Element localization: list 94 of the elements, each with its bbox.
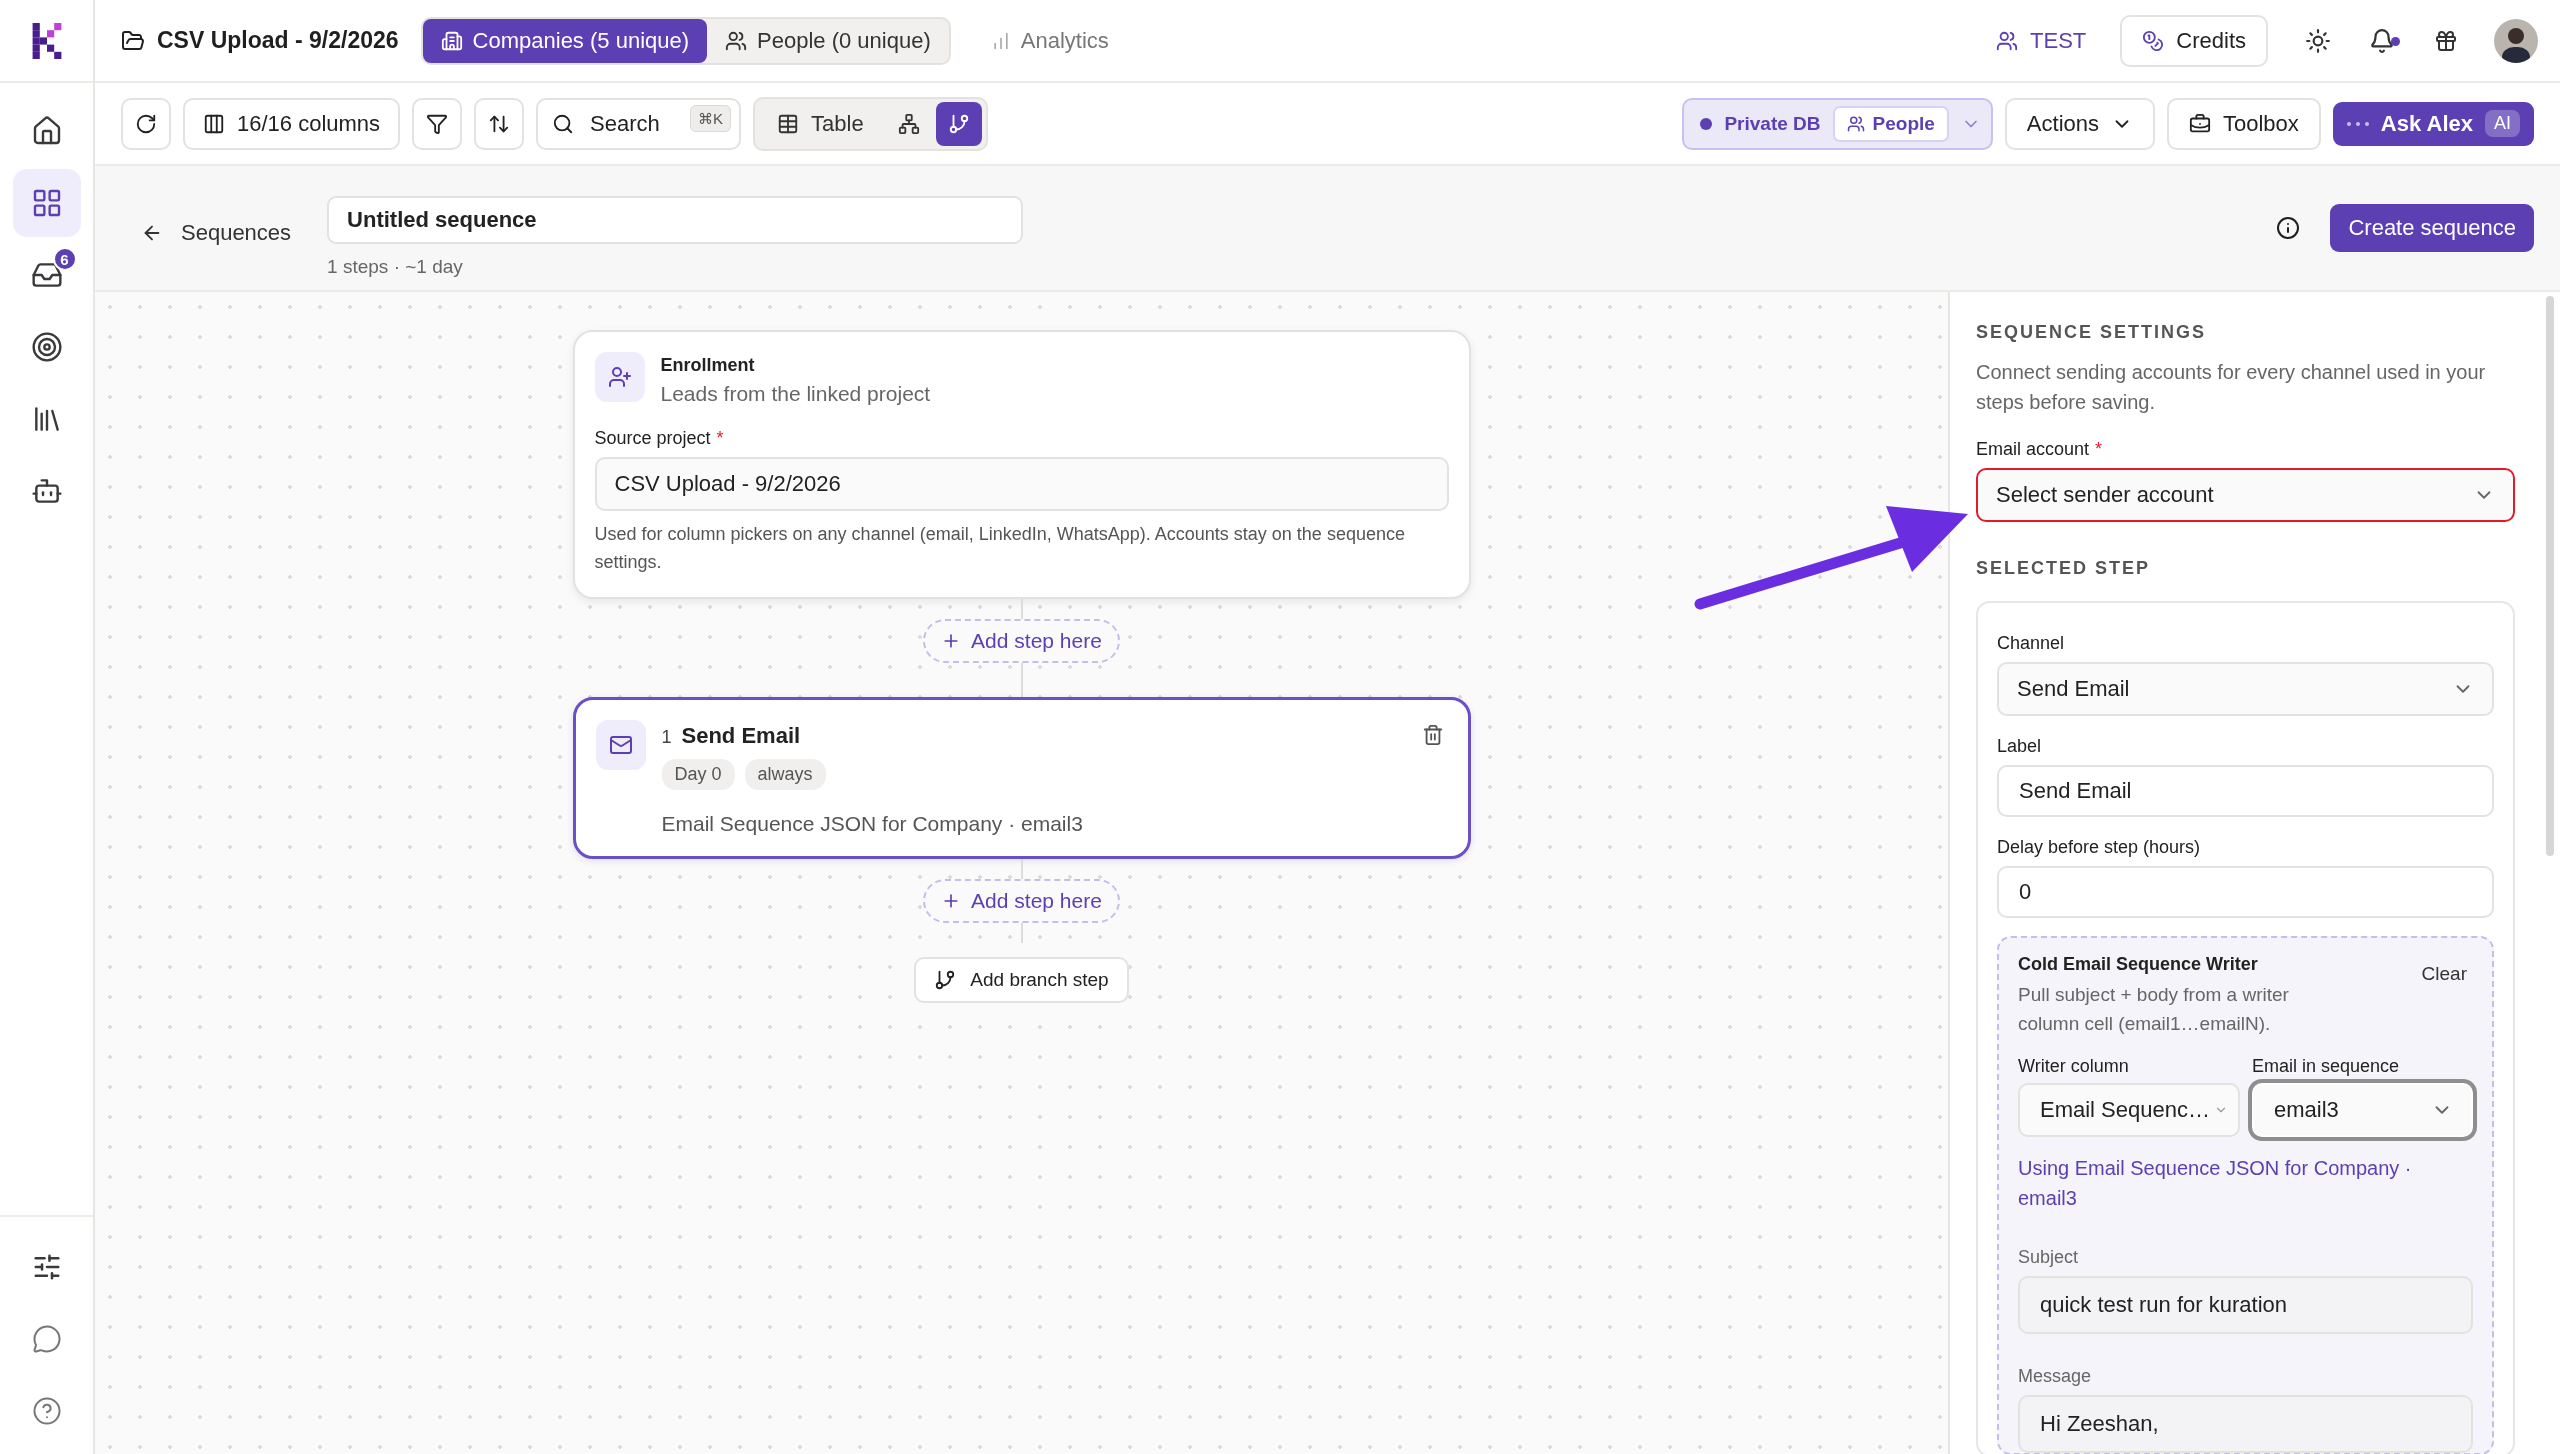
database-label: Private DB <box>1724 112 1821 135</box>
email-account-select[interactable]: Select sender account <box>1976 468 2515 522</box>
step-title: Send Email <box>681 722 801 748</box>
branch-icon <box>934 968 957 991</box>
required-mark: * <box>2095 439 2103 460</box>
section-heading: SELECTED STEP <box>1976 558 2152 579</box>
step-number: 1 <box>661 726 672 747</box>
clear-button[interactable]: Clear <box>2415 962 2473 986</box>
field-label: Source project <box>594 428 711 449</box>
required-mark: * <box>716 428 724 449</box>
delay-field[interactable]: 0 <box>1997 866 2494 918</box>
back-link[interactable]: Sequences <box>135 219 298 247</box>
database-selector[interactable]: Private DB People <box>1682 97 1993 150</box>
field-label: Delay before step (hours) <box>1997 837 2202 858</box>
field-label: Subject <box>2018 1247 2080 1268</box>
scrollbar[interactable] <box>2546 296 2554 856</box>
gift-icon <box>2434 28 2458 53</box>
view-tab[interactable]: Companies (5 unique) <box>422 18 708 63</box>
sort-button[interactable] <box>474 97 525 150</box>
help-text: Used for column pickers on any channel (email, LinkedIn, WhatsApp). Accounts stay on the sequence settings. <box>594 523 1406 574</box>
create-sequence-button[interactable]: Create sequence <box>2330 204 2534 252</box>
toolbox-button[interactable]: Toolbox <box>2167 97 2321 150</box>
writer-note: Using Email Sequence JSON for Company · email3 <box>2018 1156 2413 1211</box>
branch-view-button[interactable] <box>935 101 982 146</box>
info-icon[interactable] <box>2276 216 2301 240</box>
field-label: Email account <box>1976 439 2090 460</box>
analytics-tab[interactable]: Analytics <box>984 26 1115 55</box>
subject-field[interactable]: quick test run for kuration <box>2018 1276 2473 1334</box>
section-heading: SEQUENCE SETTINGS <box>1976 322 2208 343</box>
columns-button[interactable]: 16/16 columns <box>183 97 401 150</box>
sequence-meta: 1 steps · ~1 day <box>327 256 464 278</box>
add-branch-step-button[interactable]: Add branch step <box>914 956 1129 1003</box>
channel-select[interactable]: Send Email <box>1997 662 2494 716</box>
writer-column-select[interactable]: Email Sequenc… <box>2018 1083 2240 1137</box>
refresh-button[interactable] <box>121 97 171 150</box>
filter-button[interactable] <box>412 97 463 150</box>
people-icon <box>1846 114 1865 133</box>
field-label: Writer column <box>2018 1056 2130 1077</box>
folder-icon <box>121 28 145 53</box>
card-title: Enrollment <box>660 355 756 376</box>
target-icon <box>30 331 63 363</box>
sun-icon <box>2305 27 2331 54</box>
avatar-icon[interactable] <box>2494 18 2538 63</box>
branch-icon <box>947 112 970 135</box>
count-badge: 6 <box>52 247 77 271</box>
chat-icon <box>31 1324 62 1354</box>
field-label: Label <box>1997 736 2043 757</box>
columns-icon <box>203 112 225 135</box>
bell-icon <box>2369 27 2395 54</box>
credits-button[interactable]: Credits <box>2120 14 2268 67</box>
filter-icon <box>426 112 449 135</box>
refresh-icon <box>135 112 157 135</box>
people-icon <box>1996 29 2019 52</box>
shortcut-hint: ⌘K <box>690 104 732 132</box>
field-label: Message <box>2018 1366 2093 1387</box>
view-tab[interactable]: People (0 unique) <box>707 18 949 63</box>
message-field[interactable]: Hi Zeeshan, <box>2018 1395 2473 1453</box>
logo-icon[interactable] <box>31 22 62 59</box>
sequence-name-field[interactable]: Untitled sequence <box>327 196 1024 244</box>
step-detail: Email Sequence JSON for Company · email3 <box>661 811 1084 836</box>
unread-dot <box>2391 36 2400 46</box>
sidebar-item[interactable]: 6 <box>12 241 81 309</box>
step-tag: always <box>744 758 826 790</box>
person-plus-icon <box>607 365 632 389</box>
project-title: CSV Upload - 9/2/2026 <box>157 27 399 54</box>
step-tag: Day 0 <box>661 758 735 790</box>
add-step-button[interactable]: Add step here <box>923 618 1120 663</box>
card-subtitle: Leads from the linked project <box>660 382 932 406</box>
writer-description: Pull subject + body from a writer column cell (email1…emailN). <box>2018 983 2290 1036</box>
briefcase-icon <box>2189 112 2211 135</box>
section-description: Connect sending accounts for every channel used in your steps before saving. <box>1976 360 2487 415</box>
workspace-button[interactable]: TEST <box>1990 26 2093 55</box>
coin-icon <box>2142 29 2165 52</box>
source-project-field[interactable]: CSV Upload - 9/2/2026 <box>594 457 1449 511</box>
sidebar-item[interactable] <box>12 169 81 237</box>
help-icon <box>31 1396 62 1426</box>
entity-button[interactable]: People <box>1832 105 1949 142</box>
field-label: Channel <box>1997 633 2066 654</box>
search-icon <box>552 112 575 135</box>
hierarchy-icon <box>897 112 920 135</box>
ai-badge: AI <box>2485 110 2520 137</box>
dots-icon <box>2346 121 2369 126</box>
field-label: Email in sequence <box>2252 1056 2401 1077</box>
label-field[interactable]: Send Email <box>1997 765 2494 817</box>
trash-icon <box>1421 723 1444 746</box>
table-icon <box>777 112 800 135</box>
writer-title: Cold Email Sequence Writer <box>2018 954 2259 975</box>
people-icon <box>725 29 748 52</box>
building-icon <box>440 29 463 52</box>
ask-assistant-button[interactable]: Ask Alex AI <box>2332 101 2534 146</box>
step-card[interactable]: 1 Send Email Day 0 always Email Sequence JSON for Company · email3 <box>572 696 1471 859</box>
actions-button[interactable]: Actions <box>2004 97 2155 150</box>
status-dot <box>1700 117 1713 130</box>
add-step-button[interactable]: Add step here <box>923 878 1120 923</box>
